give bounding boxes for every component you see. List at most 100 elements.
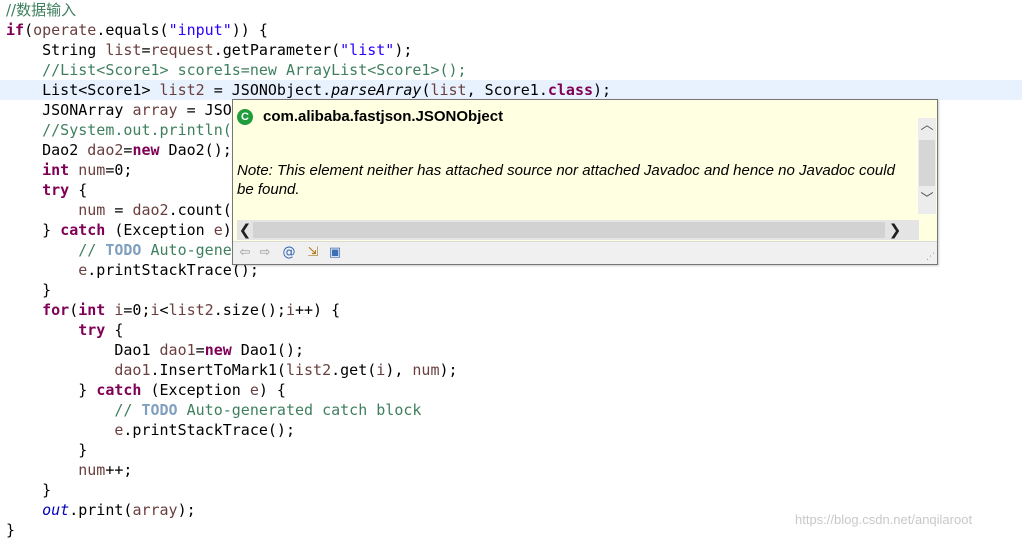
chevron-down-icon[interactable]: ﹀: [919, 192, 935, 208]
keyword: if: [6, 21, 25, 39]
code-line-13[interactable]: // TODO Auto-gene: [6, 240, 232, 260]
comment: //数据输入: [6, 1, 77, 19]
chevron-right-icon[interactable]: ❯: [887, 220, 903, 240]
code-line-4[interactable]: //List<Score1> score1s=new ArrayList<Sco…: [6, 60, 467, 80]
variable: array: [132, 101, 178, 119]
code-text: )) {: [231, 21, 268, 39]
code-text: .count(: [168, 201, 232, 219]
code-line-16[interactable]: for(int i=0;i<list2.size();i++) {: [6, 300, 340, 320]
code-text: Dao2: [6, 141, 88, 159]
code-line-6[interactable]: JSONArray array = JSO: [6, 100, 232, 120]
code-line-19[interactable]: dao1.InsertToMark1(list2.get(i), num);: [6, 360, 458, 380]
variable: dao1: [114, 361, 151, 379]
variable: list: [430, 81, 467, 99]
variable: list: [105, 41, 142, 59]
code-line-18[interactable]: Dao1 dao1=new Dao1();: [6, 340, 304, 360]
open-declaration-icon[interactable]: ⇲: [305, 245, 321, 261]
code-line-1[interactable]: //数据输入: [6, 0, 76, 20]
javadoc-hover-popup[interactable]: C com.alibaba.fastjson.JSONObject Note: …: [232, 99, 938, 265]
code-line-24[interactable]: num++;: [6, 460, 132, 480]
code-text: );: [177, 501, 196, 519]
string-literal: "list": [340, 41, 395, 59]
back-arrow-icon[interactable]: ⇦: [237, 245, 253, 261]
watermark: https://blog.csdn.net/anqilaroot: [795, 512, 973, 527]
code-text: = JSO: [177, 101, 232, 119]
code-line-20[interactable]: } catch (Exception e) {: [6, 380, 286, 400]
code-text: =: [141, 41, 151, 59]
code-text: String: [6, 41, 106, 59]
code-text: Dao1();: [231, 341, 305, 359]
code-text: }: [6, 481, 52, 499]
chevron-up-icon[interactable]: ︿: [919, 118, 935, 134]
show-in-javadoc-view-icon[interactable]: ▣: [327, 245, 343, 261]
variable: dao2: [132, 201, 169, 219]
todo-tag: TODO: [141, 401, 178, 419]
class-name: com.alibaba.fastjson.JSONObject: [263, 108, 504, 125]
code-text: JSONArray: [6, 101, 133, 119]
variable: dao2: [87, 141, 124, 159]
code-text: = JSONObject.: [204, 81, 332, 99]
variable: list2: [159, 81, 205, 99]
variable: request: [150, 41, 214, 59]
code-line-3[interactable]: String list=request.getParameter("list")…: [6, 40, 412, 60]
code-line-10[interactable]: try {: [6, 180, 87, 200]
code-text: , Score1.: [466, 81, 548, 99]
code-line-5-current[interactable]: List<Score1> list2 = JSONObject.parseArr…: [0, 80, 1022, 100]
code-line-15[interactable]: }: [6, 280, 51, 300]
horizontal-scrollbar[interactable]: ❮ ❯: [237, 220, 919, 240]
variable: num: [412, 361, 440, 379]
code-line-25[interactable]: }: [6, 480, 51, 500]
code-text: .equals(: [96, 21, 169, 39]
code-line-23[interactable]: }: [6, 440, 87, 460]
code-text: .print(: [69, 501, 133, 519]
static-field: out: [42, 501, 70, 519]
code-text: {: [69, 181, 88, 199]
code-text: {: [105, 321, 124, 339]
code-text: ),: [385, 361, 413, 379]
variable: i: [376, 361, 386, 379]
code-text: =: [105, 201, 133, 219]
variable: operate: [33, 21, 97, 39]
keyword: int: [42, 161, 70, 179]
comment: Auto-generated catch block: [177, 401, 422, 419]
variable: list2: [168, 301, 214, 319]
code-line-21[interactable]: // TODO Auto-generated catch block: [6, 400, 421, 420]
variable: dao1: [159, 341, 196, 359]
code-text: ++;: [105, 461, 133, 479]
code-text: }: [6, 381, 97, 399]
method-name[interactable]: parseArray: [331, 81, 421, 99]
horizontal-scroll-thumb[interactable]: [253, 222, 885, 238]
code-text: =0;: [105, 161, 133, 179]
code-line-12[interactable]: } catch (Exception e): [6, 220, 232, 240]
code-line-22[interactable]: e.printStackTrace();: [6, 420, 295, 440]
forward-arrow-icon[interactable]: ⇨: [257, 245, 273, 261]
comment: //List<Score1> score1s=new ArrayList<Sco…: [6, 61, 467, 79]
at-icon[interactable]: @: [281, 245, 297, 261]
vertical-scroll-thumb[interactable]: [919, 140, 935, 186]
code-line-2[interactable]: if(operate.equals("input")) {: [6, 20, 268, 40]
code-line-9[interactable]: int num=0;: [6, 160, 132, 180]
chevron-left-icon[interactable]: ❮: [237, 220, 253, 240]
variable: e: [249, 381, 259, 399]
keyword: new: [132, 141, 160, 159]
code-line-7[interactable]: //System.out.println(: [6, 120, 232, 140]
code-text: );: [439, 361, 458, 379]
keyword: int: [78, 301, 106, 319]
code-line-27[interactable]: }: [6, 520, 15, 540]
code-editor[interactable]: //数据输入 if(operate.equals("input")) { Str…: [0, 0, 1022, 539]
string-literal: "input": [168, 21, 232, 39]
comment: //: [6, 401, 142, 419]
variable: i: [285, 301, 295, 319]
code-line-14[interactable]: e.printStackTrace();: [6, 260, 259, 280]
resize-grip-icon[interactable]: ⋰: [926, 252, 935, 262]
code-line-17[interactable]: try {: [6, 320, 123, 340]
code-line-11[interactable]: num = dao2.count(: [6, 200, 232, 220]
code-text: Dao2();: [159, 141, 232, 159]
code-line-26[interactable]: out.print(array);: [6, 500, 196, 520]
code-line-8[interactable]: Dao2 dao2=new Dao2();: [6, 140, 232, 160]
vertical-scrollbar[interactable]: ︿ ﹀: [918, 118, 936, 214]
code-text: );: [394, 41, 413, 59]
